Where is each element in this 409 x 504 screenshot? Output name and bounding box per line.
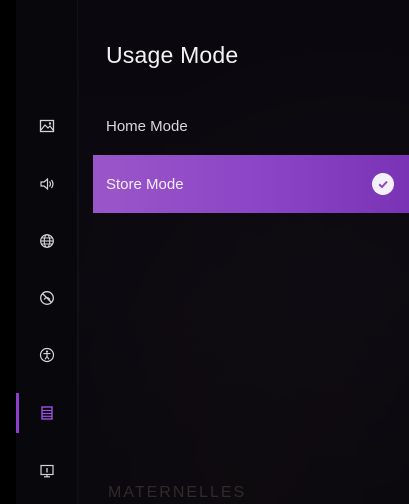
picture-icon: [39, 119, 55, 133]
sidebar-item-system[interactable]: [16, 393, 78, 433]
accessibility-icon: [39, 347, 55, 363]
sidebar-item-network[interactable]: [16, 221, 78, 261]
list-icon: [41, 406, 53, 420]
menu-title: Usage Mode: [106, 42, 239, 68]
sidebar-item-sound[interactable]: [16, 164, 78, 204]
sidebar-item-connection[interactable]: [16, 278, 78, 318]
left-edge: [0, 0, 16, 504]
sound-icon: [40, 177, 54, 191]
menu-panel: [79, 0, 409, 504]
option-label: Store Mode: [106, 175, 184, 193]
background-tv-text: MATERNELLES: [108, 484, 247, 501]
option-store-mode[interactable]: Store Mode: [93, 155, 409, 213]
no-signal-icon: [40, 291, 54, 305]
sidebar-item-picture[interactable]: [16, 106, 78, 146]
option-home-mode[interactable]: Home Mode: [93, 97, 409, 155]
check-circle-icon: [372, 173, 394, 195]
sidebar-item-support[interactable]: [16, 451, 78, 491]
support-icon: [40, 464, 54, 478]
tv-settings-screen: MATERNELLES Usage Mode Home Mode Store M…: [0, 0, 409, 504]
sidebar-item-accessibility[interactable]: [16, 335, 78, 375]
option-label: Home Mode: [106, 117, 188, 135]
settings-sidebar: [16, 0, 78, 504]
network-globe-icon: [40, 234, 54, 248]
